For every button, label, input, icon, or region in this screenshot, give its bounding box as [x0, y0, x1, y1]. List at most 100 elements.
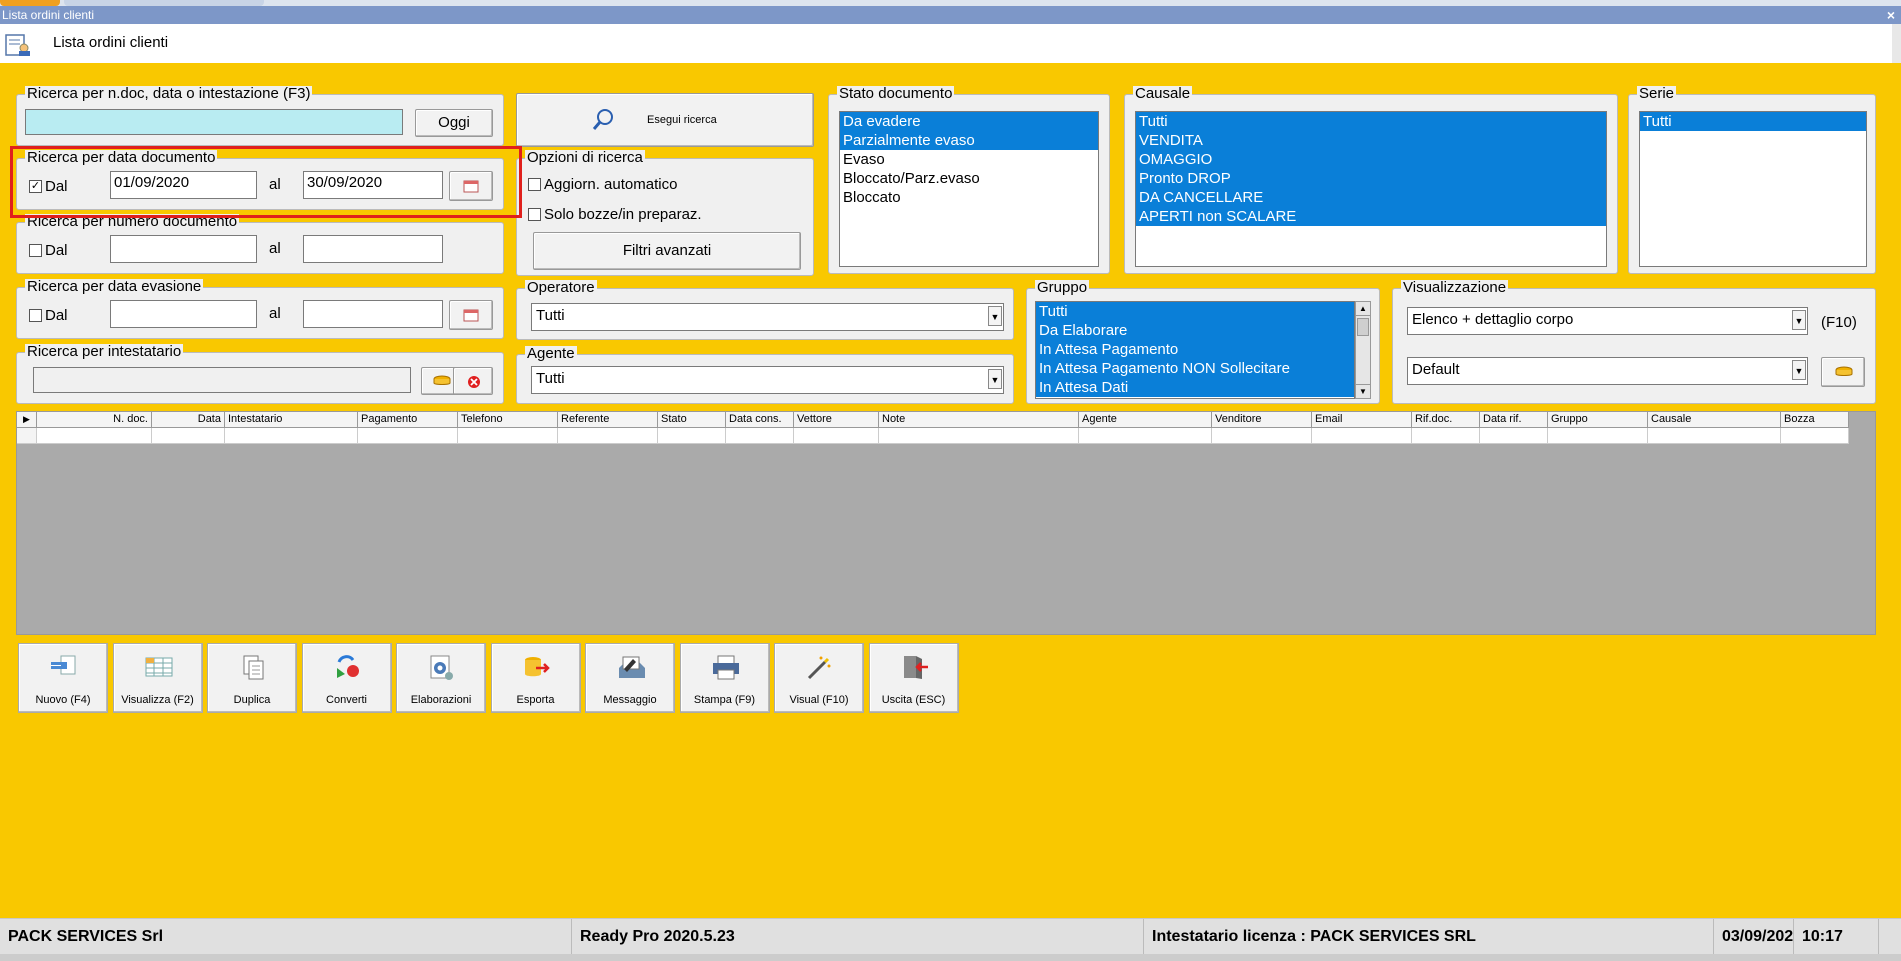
- scroll-down-icon[interactable]: ▼: [1356, 384, 1370, 398]
- column-header[interactable]: Venditore: [1212, 412, 1312, 428]
- list-item[interactable]: Bloccato/Parz.evaso: [840, 169, 1098, 188]
- column-header[interactable]: Intestatario: [225, 412, 358, 428]
- column-header[interactable]: Email: [1312, 412, 1412, 428]
- agent-select[interactable]: Tutti ▼: [531, 366, 1004, 394]
- grid-cell[interactable]: [1412, 428, 1480, 444]
- list-item[interactable]: Pronto DROP: [1136, 169, 1606, 188]
- visual-button[interactable]: Visual (F10): [774, 643, 864, 713]
- list-item[interactable]: Da evadere: [840, 112, 1098, 131]
- chevron-down-icon[interactable]: ▼: [1792, 360, 1806, 380]
- holder-clear-button[interactable]: [453, 367, 493, 395]
- doc-status-list[interactable]: Da evadere Parzialmente evaso Evaso Bloccat…: [839, 111, 1099, 267]
- grid-cell[interactable]: [658, 428, 726, 444]
- holder-input[interactable]: [33, 367, 411, 393]
- list-item[interactable]: APERTI non SCALARE: [1136, 207, 1606, 226]
- advanced-filters-button[interactable]: Filtri avanzati: [533, 232, 801, 270]
- column-header[interactable]: Rif.doc.: [1412, 412, 1480, 428]
- esporta-button[interactable]: Esporta: [490, 643, 581, 713]
- list-item[interactable]: Tutti: [1640, 112, 1866, 131]
- doc-number-checkbox[interactable]: [29, 244, 42, 257]
- grid-cell[interactable]: [1312, 428, 1412, 444]
- close-icon[interactable]: ×: [1887, 6, 1895, 24]
- layout-lookup-button[interactable]: [1821, 357, 1865, 387]
- grid-cell[interactable]: [1781, 428, 1849, 444]
- uscita-button[interactable]: Uscita (ESC): [868, 643, 959, 713]
- evasion-date-calendar-button[interactable]: [449, 300, 493, 330]
- grid-cell[interactable]: [152, 428, 225, 444]
- general-search-input[interactable]: [25, 109, 403, 135]
- layout-select[interactable]: Default ▼: [1407, 357, 1808, 385]
- column-header[interactable]: Vettore: [794, 412, 879, 428]
- column-header[interactable]: Pagamento: [358, 412, 458, 428]
- chevron-down-icon[interactable]: ▼: [988, 306, 1002, 326]
- list-item[interactable]: OMAGGIO: [1136, 150, 1606, 169]
- list-item[interactable]: Tutti: [1036, 302, 1354, 321]
- auto-update-checkbox[interactable]: [528, 178, 541, 191]
- column-header[interactable]: Gruppo: [1548, 412, 1648, 428]
- list-item[interactable]: In Attesa Dati: [1036, 378, 1354, 397]
- operator-select[interactable]: Tutti ▼: [531, 303, 1004, 331]
- column-header[interactable]: Referente: [558, 412, 658, 428]
- layout-value: Default: [1412, 361, 1460, 378]
- table-row[interactable]: [17, 428, 1849, 444]
- list-item[interactable]: Tutti: [1136, 112, 1606, 131]
- today-button[interactable]: Oggi: [415, 109, 493, 137]
- grid-cell[interactable]: [358, 428, 458, 444]
- list-item[interactable]: In Attesa Pagamento: [1036, 340, 1354, 359]
- column-header[interactable]: Stato: [658, 412, 726, 428]
- grid-cell[interactable]: [794, 428, 879, 444]
- orders-grid[interactable]: ▶ N. doc. Data Intestatario Pagamento Telefo…: [16, 411, 1876, 635]
- evasion-date-to-input[interactable]: [303, 300, 443, 328]
- column-header[interactable]: Data: [152, 412, 225, 428]
- evasion-date-from-input[interactable]: [110, 300, 257, 328]
- messaggio-button[interactable]: Messaggio: [585, 643, 675, 713]
- display-mode-select[interactable]: Elenco + dettaglio corpo ▼: [1407, 307, 1808, 335]
- column-header[interactable]: Telefono: [458, 412, 558, 428]
- converti-button[interactable]: Converti: [301, 643, 392, 713]
- drafts-only-checkbox[interactable]: [528, 208, 541, 221]
- duplica-button[interactable]: Duplica: [207, 643, 297, 713]
- serie-list[interactable]: Tutti: [1639, 111, 1867, 267]
- chevron-down-icon[interactable]: ▼: [988, 369, 1002, 389]
- grid-cell[interactable]: [1079, 428, 1212, 444]
- list-item[interactable]: Bloccato: [840, 188, 1098, 207]
- column-header[interactable]: Note: [879, 412, 1079, 428]
- list-item[interactable]: In Attesa Pagamento NON Sollecitare: [1036, 359, 1354, 378]
- nuovo-button[interactable]: Nuovo (F4): [18, 643, 108, 713]
- list-item[interactable]: VENDITA: [1136, 131, 1606, 150]
- list-item[interactable]: Parzialmente evaso: [840, 131, 1098, 150]
- stampa-button[interactable]: Stampa (F9): [679, 643, 770, 713]
- grid-cell[interactable]: [225, 428, 358, 444]
- grid-cell[interactable]: [458, 428, 558, 444]
- chevron-down-icon[interactable]: ▼: [1792, 310, 1806, 330]
- grid-cell[interactable]: [1648, 428, 1781, 444]
- list-item[interactable]: Evaso: [840, 150, 1098, 169]
- visualizza-button[interactable]: Visualizza (F2): [112, 643, 203, 713]
- grid-cell[interactable]: [1548, 428, 1648, 444]
- group-list[interactable]: Tutti Da Elaborare In Attesa Pagamento In A…: [1035, 301, 1355, 399]
- vertical-scrollbar[interactable]: [1892, 24, 1901, 63]
- list-item[interactable]: DA CANCELLARE: [1136, 188, 1606, 207]
- scroll-thumb[interactable]: [1357, 318, 1369, 336]
- doc-number-to-input[interactable]: [303, 235, 443, 263]
- doc-number-from-input[interactable]: [110, 235, 257, 263]
- column-header[interactable]: Bozza: [1781, 412, 1849, 428]
- group-list-scrollbar[interactable]: ▲ ▼: [1355, 301, 1371, 399]
- list-item[interactable]: Da Elaborare: [1036, 321, 1354, 340]
- grid-cell[interactable]: [558, 428, 658, 444]
- column-header[interactable]: Data cons.: [726, 412, 794, 428]
- grid-cell[interactable]: [37, 428, 152, 444]
- column-header[interactable]: Causale: [1648, 412, 1781, 428]
- elaborazioni-button[interactable]: Elaborazioni: [396, 643, 486, 713]
- execute-search-button[interactable]: Esegui ricerca: [516, 93, 814, 147]
- grid-cell[interactable]: [1212, 428, 1312, 444]
- grid-cell[interactable]: [1480, 428, 1548, 444]
- causale-list[interactable]: Tutti VENDITA OMAGGIO Pronto DROP DA CANCELL…: [1135, 111, 1607, 267]
- column-header[interactable]: Data rif.: [1480, 412, 1548, 428]
- scroll-up-icon[interactable]: ▲: [1356, 302, 1370, 316]
- grid-cell[interactable]: [879, 428, 1079, 444]
- grid-cell[interactable]: [726, 428, 794, 444]
- evasion-date-checkbox[interactable]: [29, 309, 42, 322]
- column-header[interactable]: Agente: [1079, 412, 1212, 428]
- column-header[interactable]: N. doc.: [37, 412, 152, 428]
